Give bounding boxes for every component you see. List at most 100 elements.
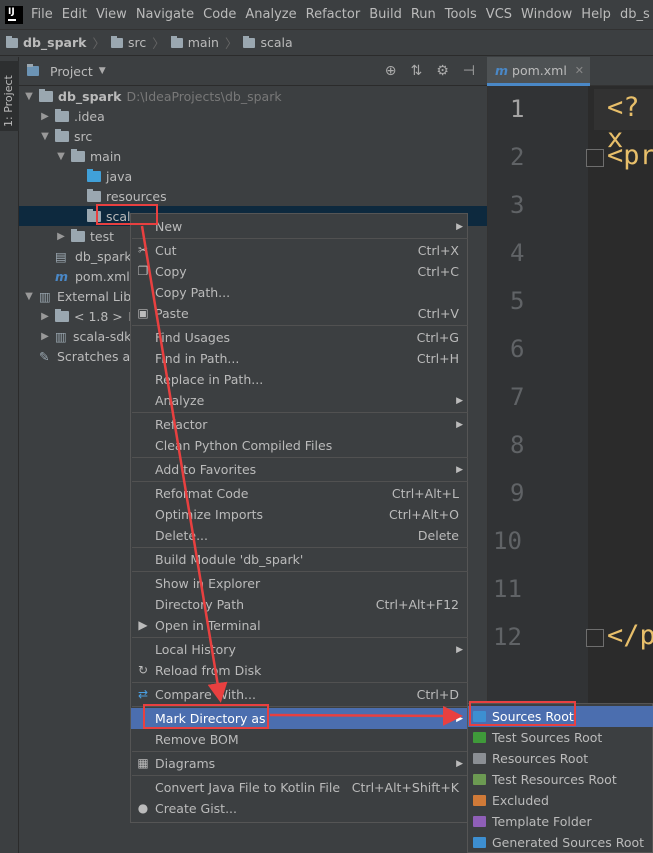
menu-item-open-in-terminal[interactable]: ▶ Open in Terminal <box>131 615 469 636</box>
menu-item-reload-from-disk[interactable]: ↻ Reload from Disk <box>131 660 469 681</box>
submenu-arrow-icon: ▶ <box>456 758 463 769</box>
submenu-item-sources-root[interactable]: Sources Root <box>468 706 653 727</box>
menu-edit[interactable]: Edit <box>62 7 87 22</box>
breadcrumb-item-scala[interactable]: scala <box>243 35 293 50</box>
collapse-all-icon[interactable]: ⇅ <box>411 63 423 79</box>
submenu-item-test-resources-root[interactable]: Test Resources Root <box>468 769 653 790</box>
submenu-item-excluded[interactable]: Excluded <box>468 790 653 811</box>
collapse-arrow-icon[interactable]: ▶ <box>55 231 67 242</box>
collapse-arrow-icon[interactable]: ▶ <box>39 331 51 342</box>
tree-item-src[interactable]: ▼ src <box>19 126 487 146</box>
folder-icon <box>55 108 69 122</box>
menu-view[interactable]: View <box>96 7 127 22</box>
fold-toggle-icon[interactable] <box>586 149 604 167</box>
menu-item-find-in-path[interactable]: Find in Path... Ctrl+H <box>131 348 469 369</box>
mark-directory-submenu: Sources Root Test Sources Root Resources… <box>467 703 653 853</box>
dropdown-arrow-icon[interactable]: ▼ <box>99 66 106 76</box>
tab-pom-xml[interactable]: m pom.xml ✕ <box>487 57 590 86</box>
project-tool-tab[interactable]: 1: Project <box>0 61 19 131</box>
menu-item-cut[interactable]: ✂ Cut Ctrl+X <box>131 240 469 261</box>
menu-item-reformat-code[interactable]: Reformat Code Ctrl+Alt+L <box>131 483 469 504</box>
close-icon[interactable]: ✕ <box>575 64 584 77</box>
expand-arrow-icon[interactable]: ▼ <box>23 291 35 302</box>
menu-file[interactable]: File <box>31 7 53 22</box>
expand-arrow-icon[interactable]: ▼ <box>23 91 35 102</box>
menu-navigate[interactable]: Navigate <box>136 7 194 22</box>
hide-icon[interactable]: ⊣ <box>463 63 475 79</box>
window-title: db_s <box>619 7 650 22</box>
menu-item-diagrams[interactable]: ▦ Diagrams ▶ <box>131 753 469 774</box>
menu-item-compare-with[interactable]: ⇄ Compare With... Ctrl+D <box>131 684 469 705</box>
menu-item-mark-directory-as[interactable]: Mark Directory as ▶ <box>131 708 469 729</box>
jdk-folder-icon <box>55 308 69 322</box>
compare-icon: ⇄ <box>137 687 149 701</box>
reload-icon: ↻ <box>137 663 149 677</box>
gear-icon[interactable]: ⚙ <box>436 63 449 79</box>
menu-bar: IJ File Edit View Navigate Code Analyze … <box>0 0 653 30</box>
breadcrumb-item-db-spark[interactable]: db_spark <box>6 35 86 50</box>
menu-item-convert-to-kotlin[interactable]: Convert Java File to Kotlin File Ctrl+Alt… <box>131 777 469 798</box>
folder-icon <box>71 148 85 162</box>
menu-refactor[interactable]: Refactor <box>306 7 361 22</box>
submenu-item-resources-root[interactable]: Resources Root <box>468 748 653 769</box>
test-resources-root-icon <box>473 774 486 785</box>
menu-item-remove-bom[interactable]: Remove BOM <box>131 729 469 750</box>
intellij-logo-icon: IJ <box>5 6 23 24</box>
menu-item-paste[interactable]: ▣ Paste Ctrl+V <box>131 303 469 324</box>
menu-item-copy[interactable]: ❐ Copy Ctrl+C <box>131 261 469 282</box>
tree-item-idea[interactable]: ▶ .idea <box>19 106 487 126</box>
menu-item-local-history[interactable]: Local History ▶ <box>131 639 469 660</box>
chevron-right-icon: 〉 <box>92 36 105 51</box>
submenu-item-template-folder[interactable]: Template Folder <box>468 811 653 832</box>
menu-tools[interactable]: Tools <box>445 7 477 22</box>
menu-item-optimize-imports[interactable]: Optimize Imports Ctrl+Alt+O <box>131 504 469 525</box>
menu-help[interactable]: Help <box>581 7 611 22</box>
sources-root-icon <box>473 711 486 722</box>
library-icon: ▥ <box>39 288 51 304</box>
copy-icon: ❐ <box>137 264 149 278</box>
menu-item-copy-path[interactable]: Copy Path... <box>131 282 469 303</box>
tree-item-java[interactable]: java <box>19 166 487 186</box>
menu-run[interactable]: Run <box>411 7 436 22</box>
menu-analyze[interactable]: Analyze <box>245 7 296 22</box>
menu-build[interactable]: Build <box>369 7 402 22</box>
menu-item-add-to-favorites[interactable]: Add to Favorites ▶ <box>131 459 469 480</box>
menu-item-directory-path[interactable]: Directory Path Ctrl+Alt+F12 <box>131 594 469 615</box>
menu-item-create-gist[interactable]: ● Create Gist... <box>131 798 469 819</box>
menu-item-replace-in-path[interactable]: Replace in Path... <box>131 369 469 390</box>
menu-item-delete[interactable]: Delete... Delete <box>131 525 469 546</box>
menu-item-find-usages[interactable]: Find Usages Ctrl+G <box>131 327 469 348</box>
github-icon: ● <box>137 801 149 815</box>
scissors-icon: ✂ <box>137 243 149 257</box>
menu-item-refactor[interactable]: Refactor ▶ <box>131 414 469 435</box>
submenu-item-generated-sources-root[interactable]: Generated Sources Root <box>468 832 653 853</box>
line-number: 8 <box>510 431 525 459</box>
tree-item-main[interactable]: ▼ main <box>19 146 487 166</box>
menu-item-build-module[interactable]: Build Module 'db_spark' <box>131 549 469 570</box>
submenu-arrow-icon: ▶ <box>456 395 463 406</box>
fold-toggle-icon[interactable] <box>586 629 604 647</box>
submenu-item-test-sources-root[interactable]: Test Sources Root <box>468 727 653 748</box>
collapse-arrow-icon[interactable]: ▶ <box>39 311 51 322</box>
locate-icon[interactable]: ⊕ <box>385 63 397 79</box>
project-panel-title[interactable]: Project <box>50 64 93 79</box>
code-line-12: </p <box>607 620 653 651</box>
tree-item-resources[interactable]: resources <box>19 186 487 206</box>
breadcrumb-item-main[interactable]: main <box>170 35 219 50</box>
submenu-arrow-icon: ▶ <box>456 464 463 475</box>
expand-arrow-icon[interactable]: ▼ <box>55 151 67 162</box>
collapse-arrow-icon[interactable]: ▶ <box>39 111 51 122</box>
menu-item-show-in-explorer[interactable]: Show in Explorer <box>131 573 469 594</box>
line-number: 6 <box>510 335 525 363</box>
breadcrumb-item-src[interactable]: src <box>110 35 146 50</box>
menu-item-clean-python[interactable]: Clean Python Compiled Files <box>131 435 469 456</box>
menu-item-new[interactable]: New ▶ <box>131 216 469 237</box>
menu-code[interactable]: Code <box>203 7 236 22</box>
menu-window[interactable]: Window <box>521 7 572 22</box>
project-panel-header: Project ▼ ⊕ ⇅ ⚙ ⊣ <box>19 57 487 86</box>
menu-vcs[interactable]: VCS <box>486 7 512 22</box>
expand-arrow-icon[interactable]: ▼ <box>39 131 51 142</box>
library-icon: ▥ <box>55 328 67 344</box>
menu-item-analyze[interactable]: Analyze ▶ <box>131 390 469 411</box>
tree-item-db-spark[interactable]: ▼ db_spark D:\IdeaProjects\db_spark <box>19 86 487 106</box>
